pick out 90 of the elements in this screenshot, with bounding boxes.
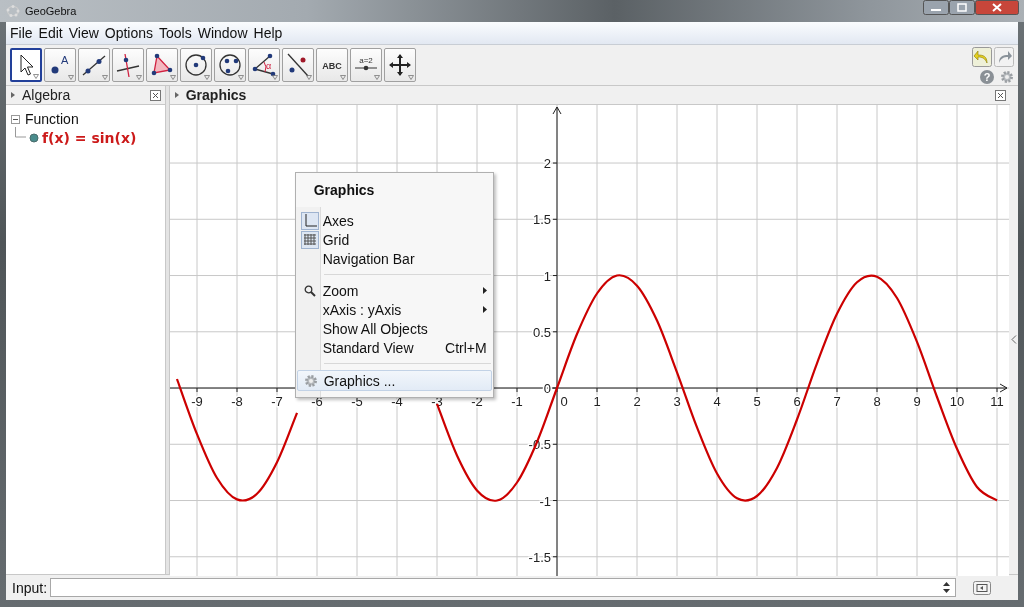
close-icon[interactable] — [995, 89, 1007, 101]
caret-icon — [33, 74, 39, 79]
x-tick-label: -8 — [230, 394, 243, 410]
menu-item[interactable]: Graphics ... — [296, 370, 492, 391]
triangle-icon — [149, 52, 175, 78]
y-tick-label: -1 — [539, 493, 551, 509]
panel-title: Graphics — [185, 87, 247, 103]
x-tick-label: -1 — [510, 394, 523, 410]
close-button[interactable] — [975, 0, 1019, 15]
x-tick-label: 0 — [560, 394, 568, 410]
tree-item[interactable]: Function — [25, 111, 79, 127]
tool-button[interactable] — [214, 48, 246, 82]
tool-button[interactable] — [180, 48, 212, 82]
x-tick-label: 6 — [793, 394, 801, 410]
caret-icon — [272, 75, 278, 80]
caret-icon — [136, 75, 142, 80]
caret-icon — [408, 75, 414, 80]
submenu-arrow-icon — [482, 287, 487, 294]
circle-points-icon — [217, 52, 243, 78]
menu-item[interactable]: Tools — [159, 25, 192, 41]
panel-title: Algebra — [22, 87, 71, 103]
visibility-dot-icon[interactable] — [29, 133, 39, 143]
y-tick-label: 2 — [543, 156, 551, 172]
shortcut-label: Ctrl+M — [445, 339, 487, 356]
toggle-keyboard-button[interactable] — [973, 580, 992, 595]
menu-item[interactable]: Window — [197, 25, 248, 41]
menu-item[interactable]: xAxis : yAxis — [296, 300, 492, 319]
caret-icon — [374, 75, 380, 80]
menu-item[interactable]: Navigation Bar — [296, 249, 492, 268]
expand-triangle-icon[interactable] — [173, 91, 180, 99]
redo-button[interactable] — [994, 46, 1014, 67]
menu-item[interactable]: Edit — [38, 25, 63, 41]
close-icon[interactable] — [149, 89, 161, 101]
window-title: GeoGebra — [25, 5, 77, 17]
x-tick-label: 7 — [833, 394, 841, 410]
caret-icon — [238, 75, 244, 80]
caret-icon — [306, 75, 312, 80]
y-tick-label: 1 — [543, 268, 551, 284]
expand-triangle-icon[interactable] — [10, 91, 16, 99]
tool-button[interactable] — [10, 48, 42, 82]
tool-button[interactable] — [112, 48, 144, 82]
tool-button[interactable] — [282, 48, 314, 82]
magnifier-icon — [303, 284, 316, 297]
tool-button[interactable] — [384, 48, 416, 82]
input-label: Input: — [12, 579, 48, 596]
x-tick-label: 3 — [673, 394, 681, 410]
perpendicular-line-icon — [115, 52, 141, 78]
menu-item[interactable]: Show All Objects — [296, 319, 492, 338]
collapse-icon[interactable] — [11, 114, 20, 124]
up-down-arrows-icon[interactable] — [943, 582, 951, 593]
menu-item[interactable]: View — [68, 25, 99, 41]
menu-item[interactable]: File — [10, 25, 33, 41]
settings-icon — [303, 373, 318, 388]
caret-icon — [170, 75, 176, 80]
menu-title: Graphics — [295, 173, 493, 207]
x-tick-label: -4 — [390, 394, 403, 410]
submenu-arrow-icon — [482, 306, 487, 313]
y-tick-label: 1.5 — [532, 212, 551, 228]
caret-icon — [340, 75, 346, 80]
y-tick-label: -1.5 — [528, 549, 551, 565]
tool-button[interactable] — [78, 48, 110, 82]
function-definition[interactable]: f(x) = sin(x) — [42, 130, 137, 146]
maximize-button[interactable] — [949, 0, 975, 15]
x-tick-label: -7 — [270, 394, 283, 410]
x-tick-label: -9 — [190, 394, 203, 410]
menu-item[interactable]: Standard View Ctrl+M — [296, 338, 492, 357]
menu-item[interactable]: Axes — [296, 211, 492, 230]
menu-item[interactable]: Help — [253, 25, 283, 41]
menu-item[interactable]: Zoom — [296, 281, 492, 300]
y-tick-label: 0.5 — [532, 324, 551, 340]
x-tick-label: 4 — [713, 394, 721, 410]
tool-button[interactable] — [146, 48, 178, 82]
caret-icon — [68, 75, 74, 80]
menu-item[interactable]: Options — [104, 25, 154, 41]
x-tick-label: 8 — [873, 394, 881, 410]
caret-icon — [204, 75, 210, 80]
menu-item[interactable]: Grid — [296, 230, 492, 249]
minimize-button[interactable] — [923, 0, 949, 15]
caret-icon — [102, 75, 108, 80]
input-field[interactable] — [50, 578, 957, 597]
x-tick-label: 9 — [913, 394, 921, 410]
tree-line — [14, 127, 26, 141]
x-tick-label: 10 — [949, 394, 964, 410]
circle-icon — [183, 52, 209, 78]
move-arrows-icon — [387, 52, 413, 78]
app-logo-icon — [6, 4, 20, 18]
x-tick-label: 11 — [989, 394, 1004, 410]
x-tick-label: 2 — [633, 394, 641, 410]
x-tick-label: 1 — [593, 394, 601, 410]
x-tick-label: 5 — [753, 394, 761, 410]
